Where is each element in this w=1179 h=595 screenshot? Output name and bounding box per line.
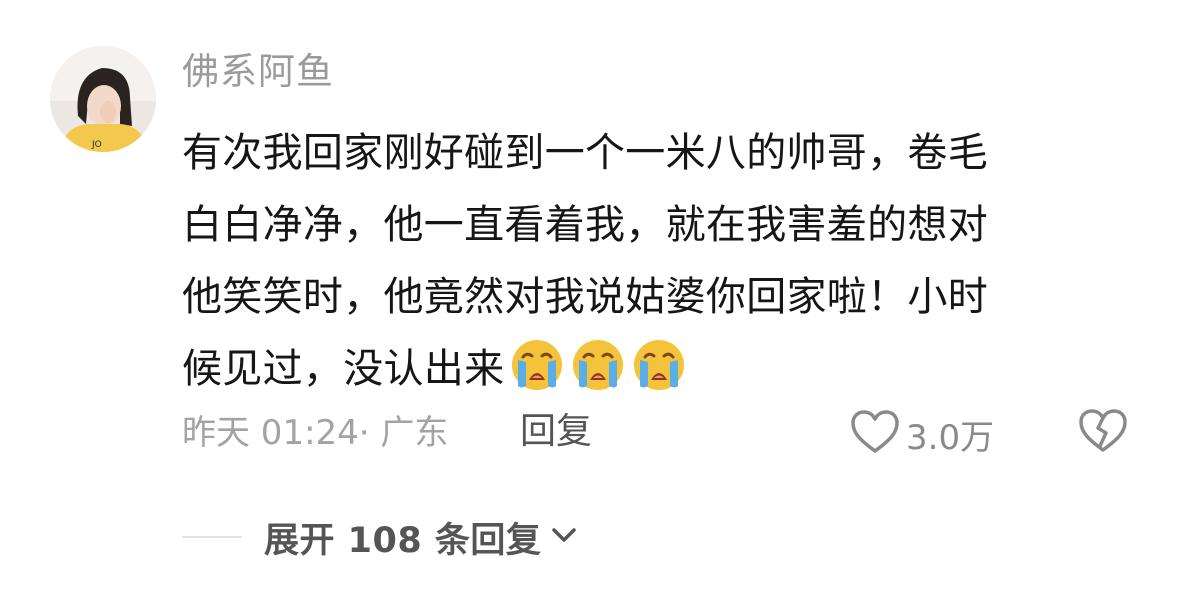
loudly-crying-face-icon (631, 336, 687, 392)
comment-line: 白白净净，他一直看着我，就在我害羞的想对 (182, 202, 988, 248)
comment-line: 他笑笑时，他竟然对我说姑婆你回家啦！小时 (182, 274, 988, 320)
comment-line-text: 候见过，没认出来 (182, 346, 505, 392)
comment-line: 有次我回家刚好碰到一个一米八的帅哥，卷毛 (182, 130, 988, 176)
svg-text:JO: JO (91, 140, 102, 150)
comment-line-last: 候见过，没认出来 (182, 333, 1112, 405)
heart-icon (850, 409, 900, 459)
dislike-button[interactable] (1078, 408, 1132, 460)
like-count: 3.0万 (906, 417, 995, 458)
reply-button[interactable]: 回复 (520, 408, 592, 456)
chevron-down-icon (549, 520, 579, 554)
avatar[interactable]: JO (50, 46, 156, 152)
avatar-photo: JO (50, 46, 156, 152)
loudly-crying-face-icon (509, 336, 565, 392)
loudly-crying-face-icon (570, 336, 626, 392)
broken-heart-icon (1078, 409, 1128, 458)
comment-text: 有次我回家刚好碰到一个一米八的帅哥，卷毛 白白净净，他一直看着我，就在我害羞的想… (182, 117, 1112, 405)
username[interactable]: 佛系阿鱼 (182, 48, 334, 96)
expand-replies-label: 展开 108 条回复 (264, 520, 542, 561)
expand-replies-button[interactable]: 展开 108 条回复 (182, 512, 579, 562)
divider (182, 536, 242, 538)
like-button[interactable]: 3.0万 (850, 408, 994, 460)
comment-timestamp-location: 昨天 01:24· 广东 (182, 413, 449, 453)
